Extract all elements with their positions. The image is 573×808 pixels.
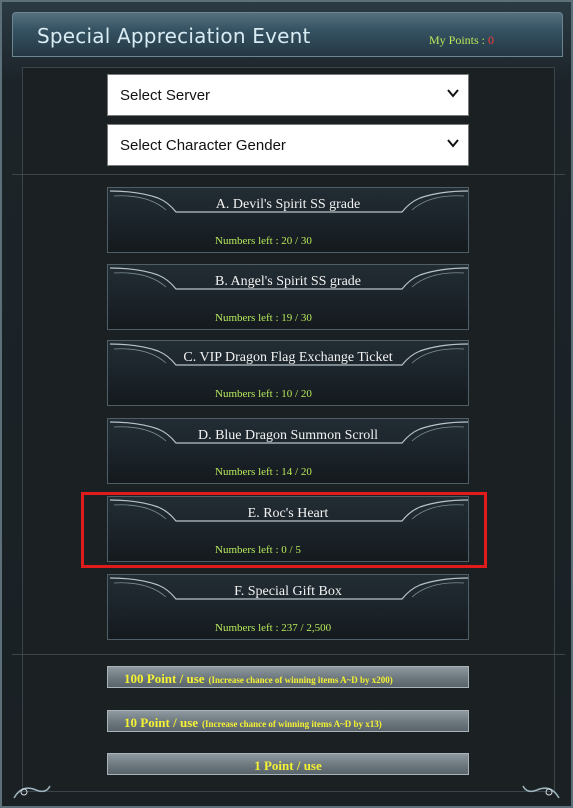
use-button-note: (Increase chance of winning items A~D by…: [202, 719, 382, 729]
use-1-point-button[interactable]: 1 Point / use: [107, 753, 469, 775]
reward-item-f[interactable]: F. Special Gift Box Numbers left : 237 /…: [107, 574, 469, 640]
points-value: 0: [488, 33, 494, 47]
use-button-label: 1 Point / use: [254, 758, 322, 773]
reward-item-c[interactable]: C. VIP Dragon Flag Exchange Ticket Numbe…: [107, 340, 469, 406]
item-name: C. VIP Dragon Flag Exchange Ticket: [183, 350, 393, 365]
use-button-label: 100 Point / use: [124, 671, 205, 686]
use-button-note: (Increase chance of winning items A~D by…: [208, 675, 393, 685]
reward-item-d[interactable]: D. Blue Dragon Summon Scroll Numbers lef…: [107, 418, 469, 484]
event-window: Special Appreciation Event My Points : 0…: [0, 0, 573, 808]
item-remaining: Numbers left : 10 / 20: [215, 388, 312, 400]
server-select-value: Select Server: [120, 87, 211, 104]
points-label: My Points :: [428, 33, 488, 47]
selection-highlight: [81, 492, 487, 568]
use-100-points-button[interactable]: 100 Point / use (Increase chance of winn…: [107, 666, 469, 688]
title-bar: Special Appreciation Event My Points : 0: [12, 12, 563, 57]
divider: [12, 174, 565, 175]
corner-ornament-icon: [522, 785, 560, 799]
item-name: B. Angel's Spirit SS grade: [214, 274, 362, 289]
item-remaining: Numbers left : 14 / 20: [215, 466, 312, 478]
item-remaining: Numbers left : 237 / 2,500: [215, 622, 332, 634]
my-points: My Points : 0: [429, 33, 494, 48]
divider: [12, 654, 565, 655]
chevron-down-icon: [447, 139, 459, 148]
reward-item-a[interactable]: A. Devil's Spirit SS grade Numbers left …: [107, 187, 469, 253]
item-name: F. Special Gift Box: [234, 584, 342, 599]
use-10-points-button[interactable]: 10 Point / use (Increase chance of winni…: [107, 710, 469, 732]
corner-ornament-icon: [13, 785, 51, 799]
item-remaining: Numbers left : 20 / 30: [215, 235, 312, 247]
item-name: D. Blue Dragon Summon Scroll: [197, 428, 379, 443]
server-select[interactable]: Select Server: [107, 74, 469, 116]
item-name: A. Devil's Spirit SS grade: [215, 197, 361, 212]
page-title: Special Appreciation Event: [37, 24, 311, 48]
gender-select-value: Select Character Gender: [120, 137, 286, 154]
reward-item-b[interactable]: B. Angel's Spirit SS grade Numbers left …: [107, 264, 469, 330]
gender-select[interactable]: Select Character Gender: [107, 124, 469, 166]
use-button-label: 10 Point / use: [124, 715, 199, 730]
item-remaining: Numbers left : 19 / 30: [215, 312, 312, 324]
chevron-down-icon: [447, 89, 459, 98]
